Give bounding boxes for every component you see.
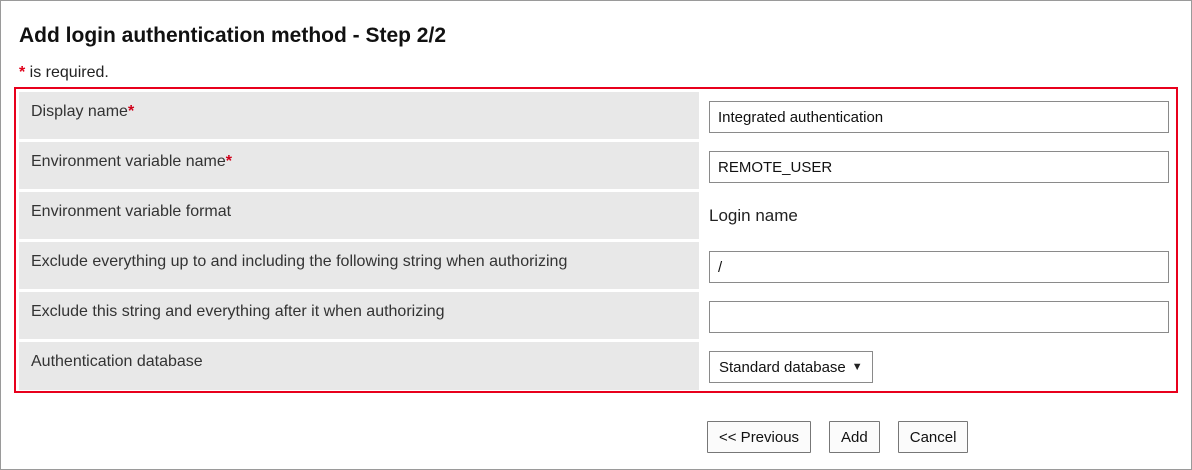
exclude-prefix-label: Exclude everything up to and including t… bbox=[19, 242, 699, 289]
triangle-down-icon: ▼ bbox=[851, 361, 863, 373]
display-name-input[interactable] bbox=[709, 101, 1169, 133]
env-variable-name-input[interactable] bbox=[709, 151, 1169, 183]
display-name-cell bbox=[699, 92, 1173, 139]
button-bar: << Previous Add Cancel bbox=[707, 421, 969, 453]
env-variable-name-label-text: Environment variable name bbox=[31, 153, 226, 170]
env-variable-format-cell: Login name bbox=[699, 192, 1173, 239]
required-note: * is required. bbox=[19, 64, 109, 82]
required-star: * bbox=[127, 103, 135, 120]
add-button[interactable]: Add bbox=[829, 421, 880, 453]
env-variable-name-label: Environment variable name* bbox=[19, 142, 699, 189]
cancel-button[interactable]: Cancel bbox=[897, 421, 969, 453]
page-frame: Add login authentication method - Step 2… bbox=[0, 0, 1192, 470]
exclude-prefix-input[interactable] bbox=[709, 251, 1169, 283]
previous-button[interactable]: << Previous bbox=[707, 421, 812, 453]
exclude-prefix-cell bbox=[699, 242, 1173, 289]
auth-database-selected-value: Standard database bbox=[719, 358, 846, 376]
required-star: * bbox=[225, 153, 232, 170]
page-title: Add login authentication method - Step 2… bbox=[19, 24, 447, 47]
display-name-label-text: Display name bbox=[31, 103, 128, 120]
exclude-suffix-cell bbox=[699, 292, 1173, 339]
form-highlight-box: Display name* Environment variable name*… bbox=[14, 87, 1178, 393]
form-row-auth-database: Authentication database Standard databas… bbox=[19, 342, 1173, 390]
auth-database-label: Authentication database bbox=[19, 342, 699, 390]
form-row-display-name: Display name* bbox=[19, 92, 1173, 139]
exclude-suffix-input[interactable] bbox=[709, 301, 1169, 333]
exclude-suffix-label: Exclude this string and everything after… bbox=[19, 292, 699, 339]
display-name-label: Display name* bbox=[19, 92, 699, 139]
required-note-text: is required. bbox=[25, 64, 109, 81]
form-row-env-variable-format: Environment variable format Login name bbox=[19, 192, 1173, 239]
form-row-exclude-prefix: Exclude everything up to and including t… bbox=[19, 242, 1173, 289]
form-row-exclude-suffix: Exclude this string and everything after… bbox=[19, 292, 1173, 339]
env-variable-name-cell bbox=[699, 142, 1173, 189]
env-variable-format-value: Login name bbox=[709, 206, 798, 225]
auth-database-select[interactable]: Standard database ▼ bbox=[709, 351, 873, 383]
form-row-env-variable-name: Environment variable name* bbox=[19, 142, 1173, 189]
auth-database-cell: Standard database ▼ bbox=[699, 342, 1173, 390]
env-variable-format-label: Environment variable format bbox=[19, 192, 699, 239]
